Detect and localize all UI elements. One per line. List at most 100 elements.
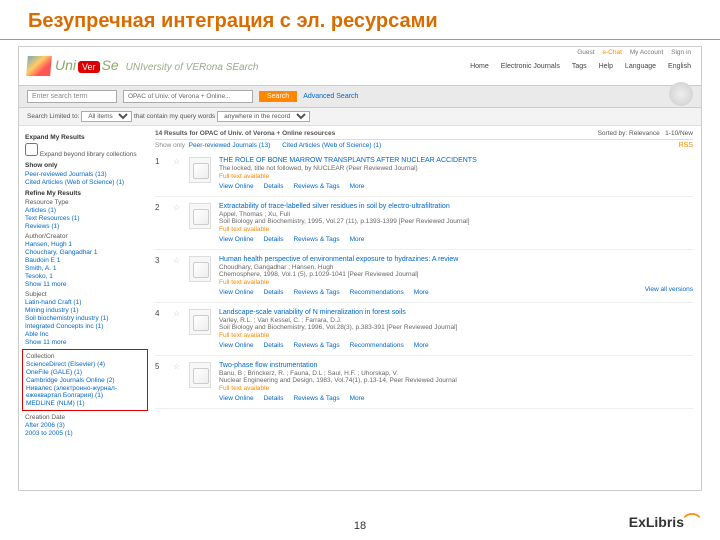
action-link[interactable]: Details xyxy=(264,236,284,243)
star-icon[interactable]: ☆ xyxy=(173,362,181,402)
facet-link[interactable]: Integrated Concepts inc (1) xyxy=(25,323,145,330)
action-link[interactable]: More xyxy=(350,183,365,190)
action-link[interactable]: View Online xyxy=(219,289,254,296)
facet-link[interactable]: Smith, A. 1 xyxy=(25,265,145,272)
action-link[interactable]: Details xyxy=(264,183,284,190)
facet-link[interactable]: Text Resources (1) xyxy=(25,215,145,222)
facet-link[interactable]: Able Inc xyxy=(25,331,145,338)
action-link[interactable]: Recommendations xyxy=(350,289,404,296)
action-link[interactable]: More xyxy=(414,342,429,349)
result-title-link[interactable]: Two-phase flow instrumentation xyxy=(219,362,693,369)
result-authors: Varley, R.L. ; Van Kessel, C. ; Farrara,… xyxy=(219,317,693,324)
action-link[interactable]: View Online xyxy=(219,183,254,190)
facet-link[interactable]: Нивалес (электронно-журнал-ежеквартал Бо… xyxy=(26,385,144,399)
expand-checkbox[interactable]: Expand beyond library collections xyxy=(25,151,137,158)
show-more-link[interactable]: Show 11 more xyxy=(25,339,145,346)
logo-text: UniVerSe UNIversity of VERona SEarch xyxy=(55,57,258,75)
facet-chip[interactable]: Peer-reviewed Journals (13) xyxy=(189,142,271,149)
action-link[interactable]: Reviews & Tags xyxy=(293,183,339,190)
nav-ejournals[interactable]: Electronic Journals xyxy=(501,63,560,70)
facet-subhead: Subject xyxy=(25,291,145,298)
facet-link[interactable]: Chouchary, Gangadhar 1 xyxy=(25,249,145,256)
action-link[interactable]: View Online xyxy=(219,342,254,349)
view-versions-link[interactable]: View all versions xyxy=(645,286,693,293)
action-link[interactable]: More xyxy=(414,289,429,296)
echat-link[interactable]: e-Chat xyxy=(602,49,622,56)
nav-home[interactable]: Home xyxy=(470,63,489,70)
account-link[interactable]: My Account xyxy=(630,49,664,56)
action-link[interactable]: Reviews & Tags xyxy=(293,236,339,243)
nav-tags[interactable]: Tags xyxy=(572,63,587,70)
facet-link[interactable]: Tesoko, 1 xyxy=(25,273,145,280)
action-link[interactable]: More xyxy=(350,395,365,402)
facet-link[interactable]: OneFile (GALE) (1) xyxy=(26,369,144,376)
action-link[interactable]: Details xyxy=(264,395,284,402)
star-icon[interactable]: ☆ xyxy=(173,256,181,296)
result-title-link[interactable]: Human health perspective of environmenta… xyxy=(219,256,693,263)
facet-link[interactable]: Hansen, Hugh 1 xyxy=(25,241,145,248)
search-button[interactable]: Search xyxy=(259,91,297,102)
fulltext-badge: Full text available xyxy=(219,226,693,233)
nav-lang[interactable]: Language xyxy=(625,63,656,70)
action-link[interactable]: View Online xyxy=(219,236,254,243)
show-more-link[interactable]: Show 11 more xyxy=(25,281,145,288)
limit-where-select[interactable]: anywhere in the record xyxy=(217,111,310,122)
limit-bar: Search Limited to: All items that contai… xyxy=(19,108,701,126)
showonly-label: Show only xyxy=(155,142,185,149)
expand-heading: Expand My Results xyxy=(25,134,145,141)
action-link[interactable]: Reviews & Tags xyxy=(293,395,339,402)
search-input[interactable]: Enter search term xyxy=(27,90,117,103)
facet-link[interactable]: Latin-hand Craft (1) xyxy=(25,299,145,306)
fulltext-badge: Full text available xyxy=(219,279,693,286)
paging[interactable]: 1-10/New xyxy=(665,130,693,137)
action-link[interactable]: View Online xyxy=(219,395,254,402)
slide-title: Безупречная интеграция с эл. ресурсами xyxy=(0,0,720,40)
result-source: Nuclear Engineering and Design, 1983, Vo… xyxy=(219,377,693,384)
main-nav: Home Electronic Journals Tags Help Langu… xyxy=(460,63,691,70)
limit-items-select[interactable]: All items xyxy=(81,111,132,122)
facet-link[interactable]: Cited Articles (Web of Science) (1) xyxy=(25,179,145,186)
action-link[interactable]: Reviews & Tags xyxy=(293,289,339,296)
nav-help[interactable]: Help xyxy=(599,63,613,70)
refine-heading: Refine My Results xyxy=(25,190,145,197)
action-link[interactable]: More xyxy=(350,236,365,243)
star-icon[interactable]: ☆ xyxy=(173,157,181,190)
result-title-link[interactable]: THE ROLE OF BONE MARROW TRANSPLANTS AFTE… xyxy=(219,157,693,164)
facet-link[interactable]: MEDLINE (NLM) (1) xyxy=(26,400,144,407)
result-count: 14 Results for OPAC of Univ. of Verona +… xyxy=(155,130,335,137)
result-title-link[interactable]: Landscape-scale variability of N mineral… xyxy=(219,309,693,316)
logo[interactable]: UniVerSe UNIversity of VERona SEarch xyxy=(27,56,258,76)
result-authors: The locked, title not followed, by NUCLE… xyxy=(219,165,693,172)
result-item: 1 ☆ THE ROLE OF BONE MARROW TRANSPLANTS … xyxy=(155,151,693,197)
result-title-link[interactable]: Extractability of trace-labelled silver … xyxy=(219,203,693,210)
facet-link[interactable]: 2003 to 2005 (1) xyxy=(25,430,145,437)
rss-icon[interactable]: RSS xyxy=(679,142,693,149)
nav-english[interactable]: English xyxy=(668,63,691,70)
action-link[interactable]: Details xyxy=(264,289,284,296)
star-icon[interactable]: ☆ xyxy=(173,203,181,243)
fulltext-badge: Full text available xyxy=(219,332,693,339)
result-number: 2 xyxy=(155,203,165,243)
facet-link[interactable]: Cambridge Journals Online (2) xyxy=(26,377,144,384)
search-scope-select[interactable]: OPAC of Univ. of Verona + Online... xyxy=(123,90,253,103)
facet-link[interactable]: ScienceDirect (Elsevier) (4) xyxy=(26,361,144,368)
signin-link[interactable]: Sign in xyxy=(671,49,691,56)
facet-link[interactable]: Peer-reviewed Journals (13) xyxy=(25,171,145,178)
fulltext-badge: Full text available xyxy=(219,173,693,180)
action-link[interactable]: Reviews & Tags xyxy=(293,342,339,349)
showonly-heading: Show only xyxy=(25,162,145,169)
facet-subhead: Resource Type xyxy=(25,199,145,206)
facet-link[interactable]: Baudoin E 1 xyxy=(25,257,145,264)
facet-link[interactable]: Reviews (1) xyxy=(25,223,145,230)
star-icon[interactable]: ☆ xyxy=(173,309,181,349)
screenshot-area: UniVerSe UNIversity of VERona SEarch Gue… xyxy=(18,46,702,491)
facet-link[interactable]: Articles (1) xyxy=(25,207,145,214)
advanced-search-link[interactable]: Advanced Search xyxy=(303,93,358,100)
facet-link[interactable]: Soil biochemistry industry (1) xyxy=(25,315,145,322)
action-link[interactable]: Details xyxy=(264,342,284,349)
facet-link[interactable]: Mining industry (1) xyxy=(25,307,145,314)
sort-select[interactable]: Sorted by: Relevance xyxy=(598,130,660,137)
facet-chip[interactable]: Cited Articles (Web of Science) (1) xyxy=(282,142,381,149)
facet-link[interactable]: After 2006 (3) xyxy=(25,422,145,429)
action-link[interactable]: Recommendations xyxy=(350,342,404,349)
